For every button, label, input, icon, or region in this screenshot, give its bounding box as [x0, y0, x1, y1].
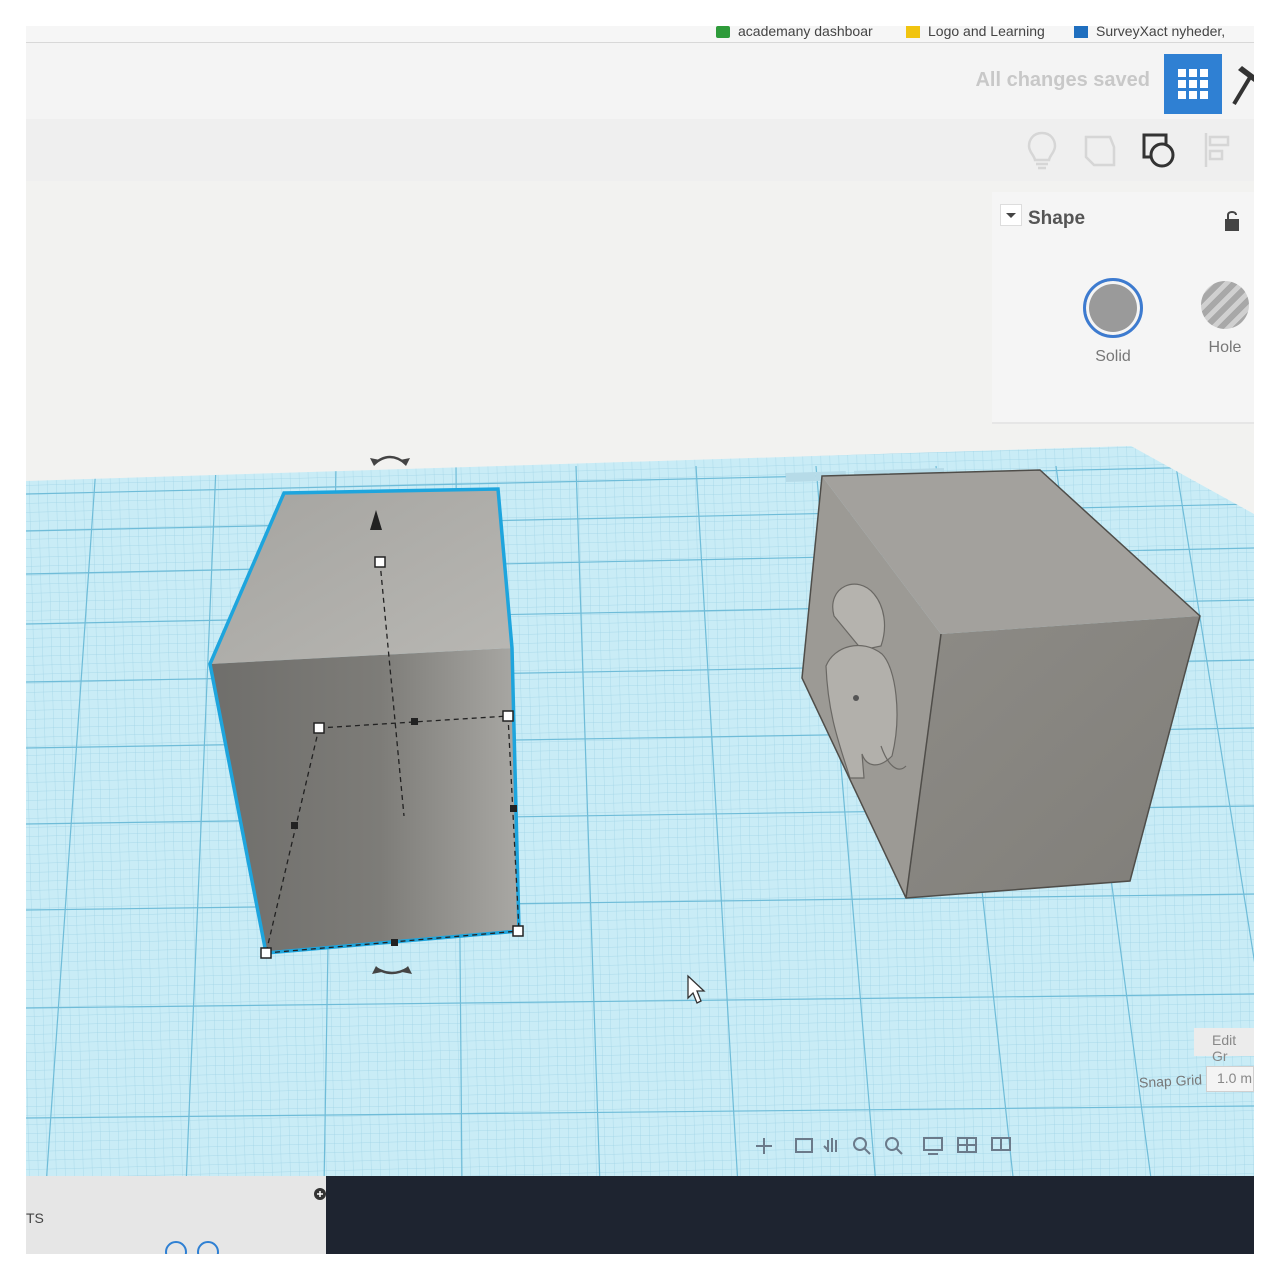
corner-handle[interactable]: [260, 947, 272, 959]
solid-option[interactable]: Solid: [1068, 278, 1158, 366]
hole-swatch: [1201, 281, 1249, 329]
shape-inspector-panel: Shape Solid Hole: [992, 192, 1254, 424]
display-icon[interactable]: [923, 1137, 943, 1155]
app-icon[interactable]: [197, 1241, 219, 1254]
hole-label: Hole: [1208, 339, 1242, 356]
pan-icon[interactable]: [756, 1138, 772, 1154]
caret-down-icon: [1006, 213, 1016, 218]
height-handle[interactable]: [374, 556, 386, 568]
zoom-extents-icon[interactable]: [885, 1137, 903, 1155]
app-icon[interactable]: [165, 1241, 187, 1254]
snap-grid-select[interactable]: 1.0 m: [1206, 1066, 1254, 1092]
edge-handle[interactable]: [510, 805, 517, 812]
view-toolbar: [756, 1137, 1011, 1155]
edge-handle[interactable]: [411, 718, 418, 725]
taskbar-panel: [26, 1176, 326, 1254]
hand-icon[interactable]: [823, 1138, 837, 1152]
snap-grid-label: Snap Grid: [1138, 1071, 1203, 1091]
corner-handle[interactable]: [512, 925, 524, 937]
edge-handle[interactable]: [291, 822, 298, 829]
taskbar-label: TS: [26, 1210, 44, 1226]
unlock-icon: [1225, 211, 1239, 231]
collapse-panel-button[interactable]: [1000, 204, 1022, 226]
edit-grid-button[interactable]: Edit Gr: [1194, 1028, 1254, 1064]
lock-button[interactable]: [1224, 210, 1240, 232]
corner-handle[interactable]: [313, 722, 325, 734]
grid-display-icon[interactable]: [957, 1137, 977, 1153]
solid-label: Solid: [1095, 348, 1131, 365]
layout-icon[interactable]: [991, 1137, 1011, 1151]
edge-handle[interactable]: [391, 939, 398, 946]
zoom-window-icon[interactable]: [795, 1138, 813, 1153]
inspector-title: Shape: [1028, 208, 1086, 229]
hole-option[interactable]: Hole: [1180, 278, 1254, 357]
zoom-icon[interactable]: [853, 1137, 871, 1155]
solid-swatch: [1083, 278, 1143, 338]
taskbar-icons: [165, 1188, 326, 1254]
corner-handle[interactable]: [502, 710, 514, 722]
screen: academany dashboar Logo and Learning Sur…: [26, 26, 1254, 1254]
